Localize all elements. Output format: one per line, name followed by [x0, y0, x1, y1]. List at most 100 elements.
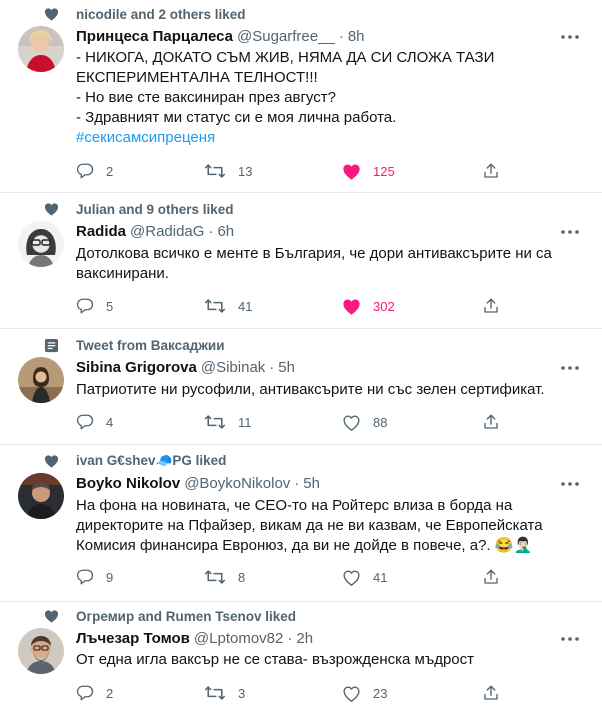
more-options-button[interactable] — [560, 222, 580, 242]
reply-button[interactable]: 5 — [76, 295, 113, 317]
timestamp[interactable]: 8h — [348, 28, 365, 45]
reply-button[interactable]: 9 — [76, 566, 113, 588]
tweet-text-line: От една игла ваксър не се става- възрожд… — [76, 651, 475, 668]
display-name[interactable]: Принцеса Парцалеса — [76, 28, 233, 45]
avatar[interactable] — [18, 26, 64, 72]
social-context: ivan G€shev🧢PG liked — [44, 451, 226, 471]
retweet-count: 8 — [238, 569, 246, 585]
hashtag-link[interactable]: #секисамсипреценя — [76, 129, 215, 146]
like-button[interactable]: 125 — [342, 160, 395, 182]
retweet-icon — [204, 686, 226, 700]
share-icon — [484, 163, 498, 178]
social-context-text: nicodile and 2 others liked — [76, 6, 246, 22]
retweet-icon — [204, 570, 226, 584]
tweet-actions: 2 13 125 — [76, 160, 516, 182]
retweet-count: 13 — [238, 163, 253, 179]
retweet-icon — [204, 415, 226, 429]
share-icon — [484, 414, 498, 429]
share-button[interactable] — [482, 682, 500, 704]
share-button[interactable] — [482, 566, 500, 588]
more-icon — [561, 482, 579, 486]
reply-button[interactable]: 2 — [76, 682, 113, 704]
more-options-button[interactable] — [560, 358, 580, 378]
retweet-button[interactable]: 41 — [204, 295, 252, 317]
social-context-text: Julian and 9 others liked — [76, 201, 234, 217]
more-icon — [561, 35, 579, 39]
like-count: 41 — [373, 569, 388, 585]
tweet-text-line: - Но вие сте ваксиниран през август? — [76, 89, 336, 106]
social-context: Tweet from Ваксаджии — [44, 335, 225, 355]
tweet[interactable]: Tweet from Ваксаджии Sibina Grigorova @S… — [0, 329, 602, 445]
reply-count: 5 — [106, 298, 114, 314]
heart-icon — [343, 569, 360, 586]
retweet-icon — [204, 164, 226, 178]
timestamp[interactable]: 5h — [303, 475, 320, 492]
heart-icon — [44, 454, 66, 468]
reply-button[interactable]: 2 — [76, 160, 113, 182]
tweet[interactable]: Julian and 9 others liked Radida @Radida… — [0, 193, 602, 329]
retweet-button[interactable]: 11 — [204, 411, 252, 433]
display-name[interactable]: Sibina Grigorova — [76, 359, 197, 376]
more-options-button[interactable] — [560, 629, 580, 649]
tweet-text-line: ЕКСПЕРИМЕНТАЛНА ТЕЛНОСТ!!! — [76, 69, 318, 86]
username[interactable]: @Sugarfree__ — [237, 28, 335, 45]
username[interactable]: @BoykoNikolov — [184, 475, 290, 492]
tweet-actions: 9 8 41 — [76, 566, 516, 588]
username[interactable]: @Sibinak — [201, 359, 265, 376]
heart-icon — [343, 414, 360, 431]
display-name[interactable]: Лъчезар Томов — [76, 630, 190, 647]
separator-dot: · — [287, 629, 293, 647]
retweet-count: 41 — [238, 298, 253, 314]
reply-icon — [76, 685, 94, 701]
avatar[interactable] — [18, 628, 64, 674]
more-options-button[interactable] — [560, 474, 580, 494]
separator-dot: · — [269, 358, 275, 376]
tweet[interactable]: ivan G€shev🧢PG liked Boyko Nikolov @Boyk… — [0, 445, 602, 602]
display-name[interactable]: Radida — [76, 223, 126, 240]
tweet[interactable]: Огремир and Rumen Tsenov liked Лъчезар Т… — [0, 602, 602, 718]
like-count: 88 — [373, 414, 388, 430]
username[interactable]: @Lptomov82 — [194, 630, 283, 647]
share-button[interactable] — [482, 160, 500, 182]
retweet-button[interactable]: 8 — [204, 566, 245, 588]
separator-dot: · — [338, 27, 344, 45]
share-icon — [484, 685, 498, 700]
retweet-button[interactable]: 3 — [204, 682, 245, 704]
timestamp[interactable]: 6h — [217, 223, 234, 240]
tweet-text-line: Патриотите ни русофили, антиваксърите ни… — [76, 381, 545, 398]
share-button[interactable] — [482, 295, 500, 317]
username[interactable]: @RadidaG — [130, 223, 204, 240]
tweet-actions: 4 11 88 — [76, 411, 516, 433]
like-button[interactable]: 23 — [342, 682, 387, 704]
tweet-header: Принцеса Парцалеса @Sugarfree__ · 8h — [76, 26, 365, 46]
like-button[interactable]: 302 — [342, 295, 395, 317]
tweet-header: Radida @RadidaG · 6h — [76, 221, 234, 241]
tweet-text: - НИКОГА, ДОКАТО СЪМ ЖИВ, НЯМА ДА СИ СЛО… — [76, 48, 576, 148]
avatar[interactable] — [18, 473, 64, 519]
tweet-text: От една игла ваксър не се става- възрожд… — [76, 650, 576, 670]
retweet-button[interactable]: 13 — [204, 160, 252, 182]
share-button[interactable] — [482, 411, 500, 433]
avatar[interactable] — [18, 221, 64, 267]
timestamp[interactable]: 5h — [278, 359, 295, 376]
retweet-count: 11 — [238, 414, 252, 430]
like-count: 125 — [373, 163, 395, 179]
like-button[interactable]: 88 — [342, 411, 387, 433]
like-button[interactable]: 41 — [342, 566, 387, 588]
like-count: 302 — [373, 298, 395, 314]
tweet-text-line: ваксинирани. — [76, 265, 169, 282]
tweet[interactable]: nicodile and 2 others liked Принцеса Пар… — [0, 0, 602, 193]
tweet-text-line: Комисия финансира Евронюз, да ви не дойд… — [76, 537, 533, 554]
avatar[interactable] — [18, 357, 64, 403]
reply-button[interactable]: 4 — [76, 411, 113, 433]
retweet-count: 3 — [238, 685, 246, 701]
tweet-text-line: На фона на новината, че CEO-то на Ройтер… — [76, 497, 513, 514]
more-options-button[interactable] — [560, 27, 580, 47]
social-context-text: ivan G€shev🧢PG liked — [76, 453, 227, 468]
display-name[interactable]: Boyko Nikolov — [76, 475, 180, 492]
share-icon — [484, 569, 498, 584]
tweet-text: Патриотите ни русофили, антиваксърите ни… — [76, 380, 576, 400]
retweet-icon — [204, 299, 226, 313]
reply-count: 2 — [106, 685, 114, 701]
timestamp[interactable]: 2h — [296, 630, 313, 647]
